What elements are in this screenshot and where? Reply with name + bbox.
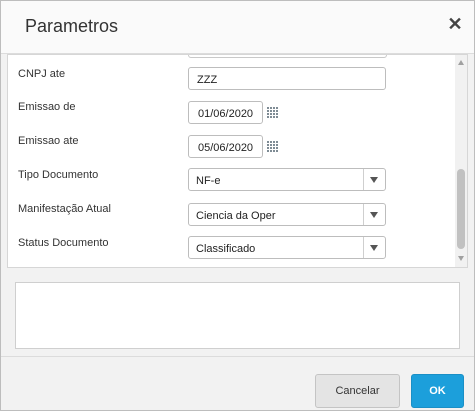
close-icon[interactable]: ✕ <box>445 14 465 34</box>
cnpj-ate-label: CNPJ ate <box>18 68 66 80</box>
cancel-button[interactable]: Cancelar <box>315 374 400 408</box>
tipo-documento-select[interactable]: NF-e <box>188 168 386 191</box>
partially-hidden-field[interactable] <box>188 55 387 58</box>
manifestacao-atual-value: Ciencia da Oper <box>196 210 276 222</box>
parametros-dialog: Parametros ✕ CNPJ ate ZZZ Emissao de 01/… <box>0 0 475 411</box>
form-scrollbar[interactable] <box>455 55 467 267</box>
scroll-up-icon[interactable] <box>458 60 464 65</box>
manifestacao-atual-select[interactable]: Ciencia da Oper <box>188 203 386 226</box>
chevron-down-icon[interactable] <box>363 237 385 258</box>
calendar-icon[interactable] <box>266 140 282 155</box>
emissao-ate-input[interactable]: 05/06/2020 <box>188 135 263 158</box>
tipo-documento-label: Tipo Documento <box>18 169 99 181</box>
chevron-down-icon[interactable] <box>363 204 385 225</box>
chevron-down-icon[interactable] <box>363 169 385 190</box>
dialog-titlebar: Parametros ✕ <box>1 1 474 54</box>
manifestacao-atual-label: Manifestação Atual <box>18 203 111 215</box>
emissao-de-label: Emissao de <box>18 101 76 113</box>
dialog-footer: Cancelar OK <box>1 356 474 410</box>
scroll-down-icon[interactable] <box>458 256 464 261</box>
tipo-documento-value: NF-e <box>196 175 221 187</box>
calendar-icon[interactable] <box>266 106 282 121</box>
status-documento-label: Status Documento <box>18 237 109 249</box>
parameters-form: CNPJ ate ZZZ Emissao de 01/06/2020 Emiss… <box>7 54 468 268</box>
ok-button[interactable]: OK <box>411 374 464 408</box>
cnpj-ate-input[interactable]: ZZZ <box>188 67 386 90</box>
status-documento-select[interactable]: Classificado <box>188 236 386 259</box>
notes-textarea[interactable] <box>15 282 460 349</box>
dialog-title: Parametros <box>25 16 119 36</box>
scroll-thumb[interactable] <box>457 169 465 249</box>
emissao-ate-label: Emissao ate <box>18 135 79 147</box>
emissao-de-input[interactable]: 01/06/2020 <box>188 101 263 124</box>
status-documento-value: Classificado <box>196 243 256 255</box>
